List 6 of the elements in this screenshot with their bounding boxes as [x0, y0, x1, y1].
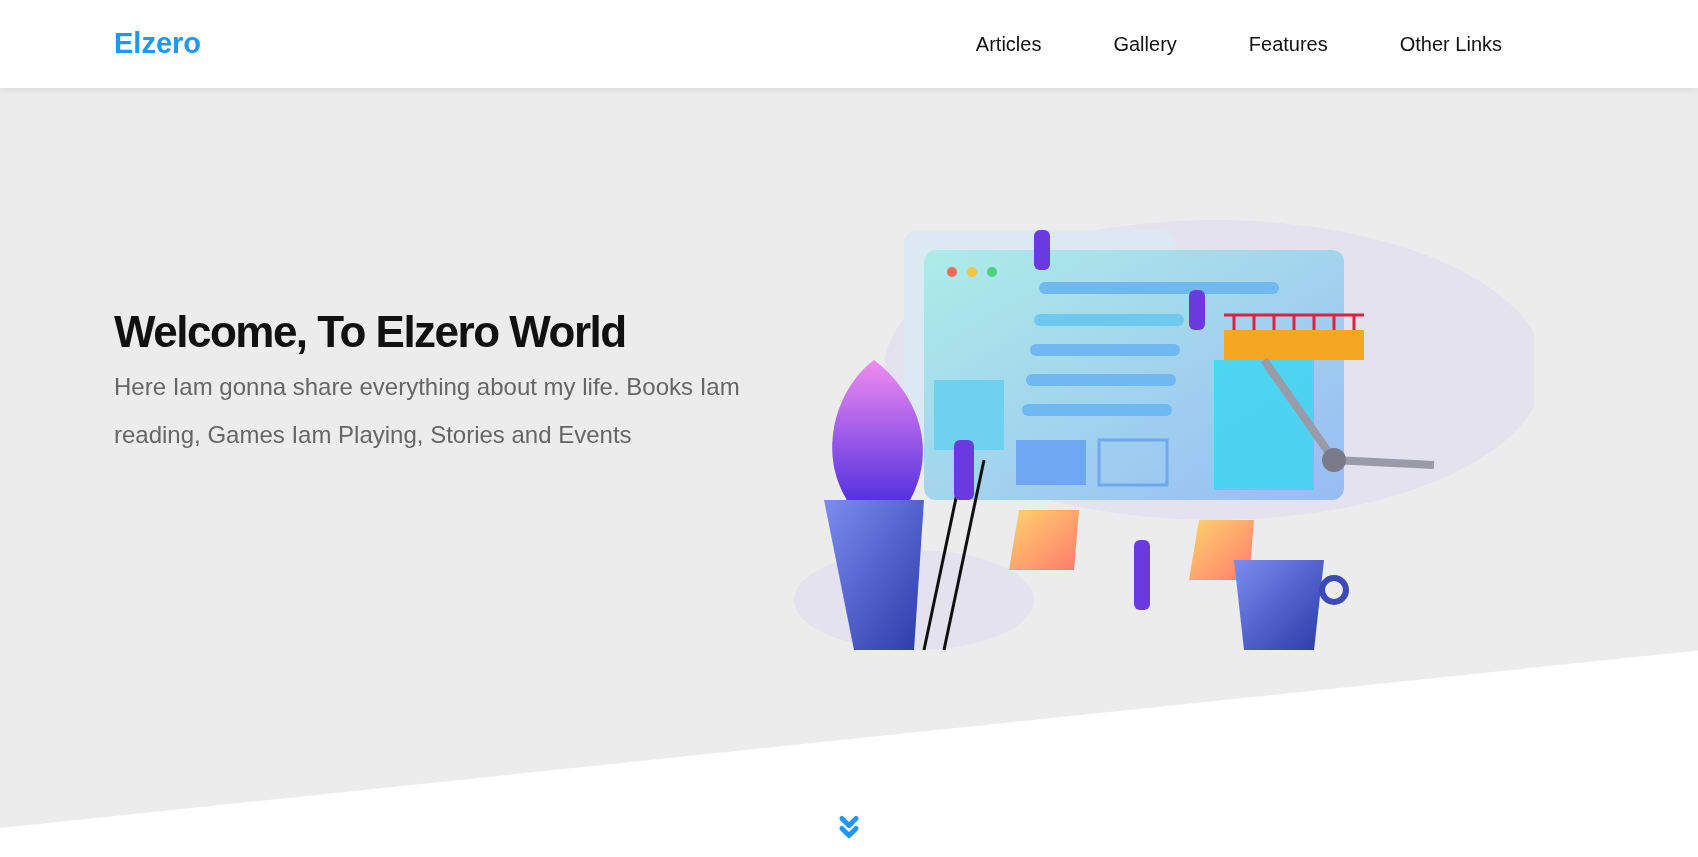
- nav-link[interactable]: Other Links: [1399, 29, 1502, 59]
- nav-link[interactable]: Features: [1248, 29, 1328, 59]
- hero-description: Here Iam gonna share everything about my life. Books Iam reading, Games Iam Playing, Stories and Events: [114, 371, 741, 450]
- nav-link[interactable]: Gallery: [1113, 29, 1177, 59]
- hero-title: Welcome, To Elzero World: [114, 306, 627, 358]
- nav-link[interactable]: Articles: [975, 29, 1042, 59]
